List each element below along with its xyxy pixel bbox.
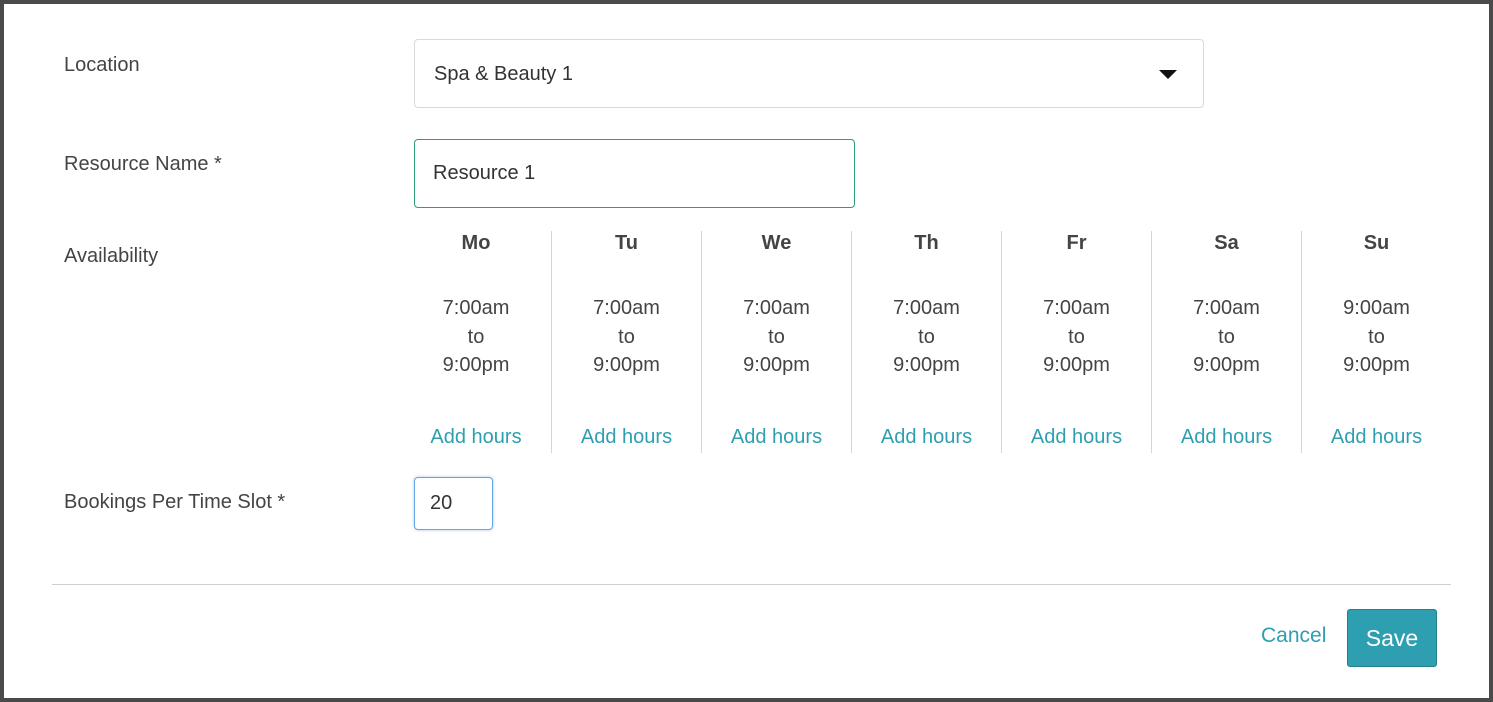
hours-start: 7:00am <box>893 297 960 319</box>
day-hours: 7:00am to 9:00pm <box>852 294 1001 380</box>
add-hours-link-mo[interactable]: Add hours <box>401 426 551 449</box>
day-name: Tu <box>615 232 638 254</box>
location-select-value: Spa & Beauty 1 <box>434 63 573 85</box>
hours-separator: to <box>1068 325 1085 348</box>
day-name: Mo <box>461 232 491 254</box>
day-name: We <box>761 232 792 254</box>
day-hours: 7:00am to 9:00pm <box>702 294 851 380</box>
add-hours-link-we[interactable]: Add hours <box>702 426 851 449</box>
resource-form-dialog: Location Spa & Beauty 1 Resource Name * … <box>0 0 1493 702</box>
day-name: Sa <box>1214 232 1239 254</box>
bookings-per-slot-input[interactable] <box>414 477 493 530</box>
caret-down-icon <box>1159 70 1177 79</box>
hours-start: 7:00am <box>743 297 810 319</box>
footer-divider <box>52 584 1451 585</box>
location-label: Location <box>64 54 140 76</box>
day-hours: 7:00am to 9:00pm <box>552 294 701 380</box>
resource-name-label: Resource Name * <box>64 153 222 175</box>
location-select[interactable]: Spa & Beauty 1 <box>414 39 1204 108</box>
day-hours: 7:00am to 9:00pm <box>1002 294 1151 380</box>
availability-grid: Mo 7:00am to 9:00pm Add hours Tu 7:00am … <box>401 231 1451 453</box>
hours-separator: to <box>618 325 635 348</box>
day-hours: 7:00am to 9:00pm <box>1152 294 1301 380</box>
bookings-per-slot-label: Bookings Per Time Slot * <box>64 491 286 513</box>
day-column-tu: Tu 7:00am to 9:00pm Add hours <box>551 231 701 453</box>
hours-separator: to <box>467 325 485 348</box>
add-hours-link-fr[interactable]: Add hours <box>1002 426 1151 449</box>
hours-end: 9:00pm <box>442 354 510 376</box>
hours-end: 9:00pm <box>1343 354 1410 376</box>
add-hours-link-sa[interactable]: Add hours <box>1152 426 1301 449</box>
day-column-mo: Mo 7:00am to 9:00pm Add hours <box>401 231 551 453</box>
hours-start: 9:00am <box>1343 297 1410 319</box>
hours-separator: to <box>918 325 935 348</box>
hours-separator: to <box>768 325 785 348</box>
hours-end: 9:00pm <box>593 354 660 376</box>
add-hours-link-tu[interactable]: Add hours <box>552 426 701 449</box>
day-column-sa: Sa 7:00am to 9:00pm Add hours <box>1151 231 1301 453</box>
cancel-button[interactable]: Cancel <box>1261 624 1326 648</box>
hours-start: 7:00am <box>1043 297 1110 319</box>
day-column-we: We 7:00am to 9:00pm Add hours <box>701 231 851 453</box>
day-column-su: Su 9:00am to 9:00pm Add hours <box>1301 231 1451 453</box>
hours-separator: to <box>1218 325 1235 348</box>
add-hours-link-su[interactable]: Add hours <box>1302 426 1451 449</box>
day-hours: 7:00am to 9:00pm <box>401 294 551 380</box>
save-button[interactable]: Save <box>1347 609 1437 667</box>
day-column-th: Th 7:00am to 9:00pm Add hours <box>851 231 1001 453</box>
hours-end: 9:00pm <box>743 354 810 376</box>
day-name: Th <box>914 232 939 254</box>
hours-end: 9:00pm <box>1193 354 1260 376</box>
resource-name-input[interactable] <box>414 139 855 208</box>
hours-separator: to <box>1368 325 1385 348</box>
day-hours: 9:00am to 9:00pm <box>1302 294 1451 380</box>
add-hours-link-th[interactable]: Add hours <box>852 426 1001 449</box>
hours-end: 9:00pm <box>893 354 960 376</box>
availability-label: Availability <box>64 245 159 267</box>
hours-start: 7:00am <box>593 297 660 319</box>
day-name: Su <box>1363 232 1390 254</box>
hours-start: 7:00am <box>1193 297 1260 319</box>
day-name: Fr <box>1066 232 1087 254</box>
hours-start: 7:00am <box>442 297 510 319</box>
day-column-fr: Fr 7:00am to 9:00pm Add hours <box>1001 231 1151 453</box>
hours-end: 9:00pm <box>1043 354 1110 376</box>
